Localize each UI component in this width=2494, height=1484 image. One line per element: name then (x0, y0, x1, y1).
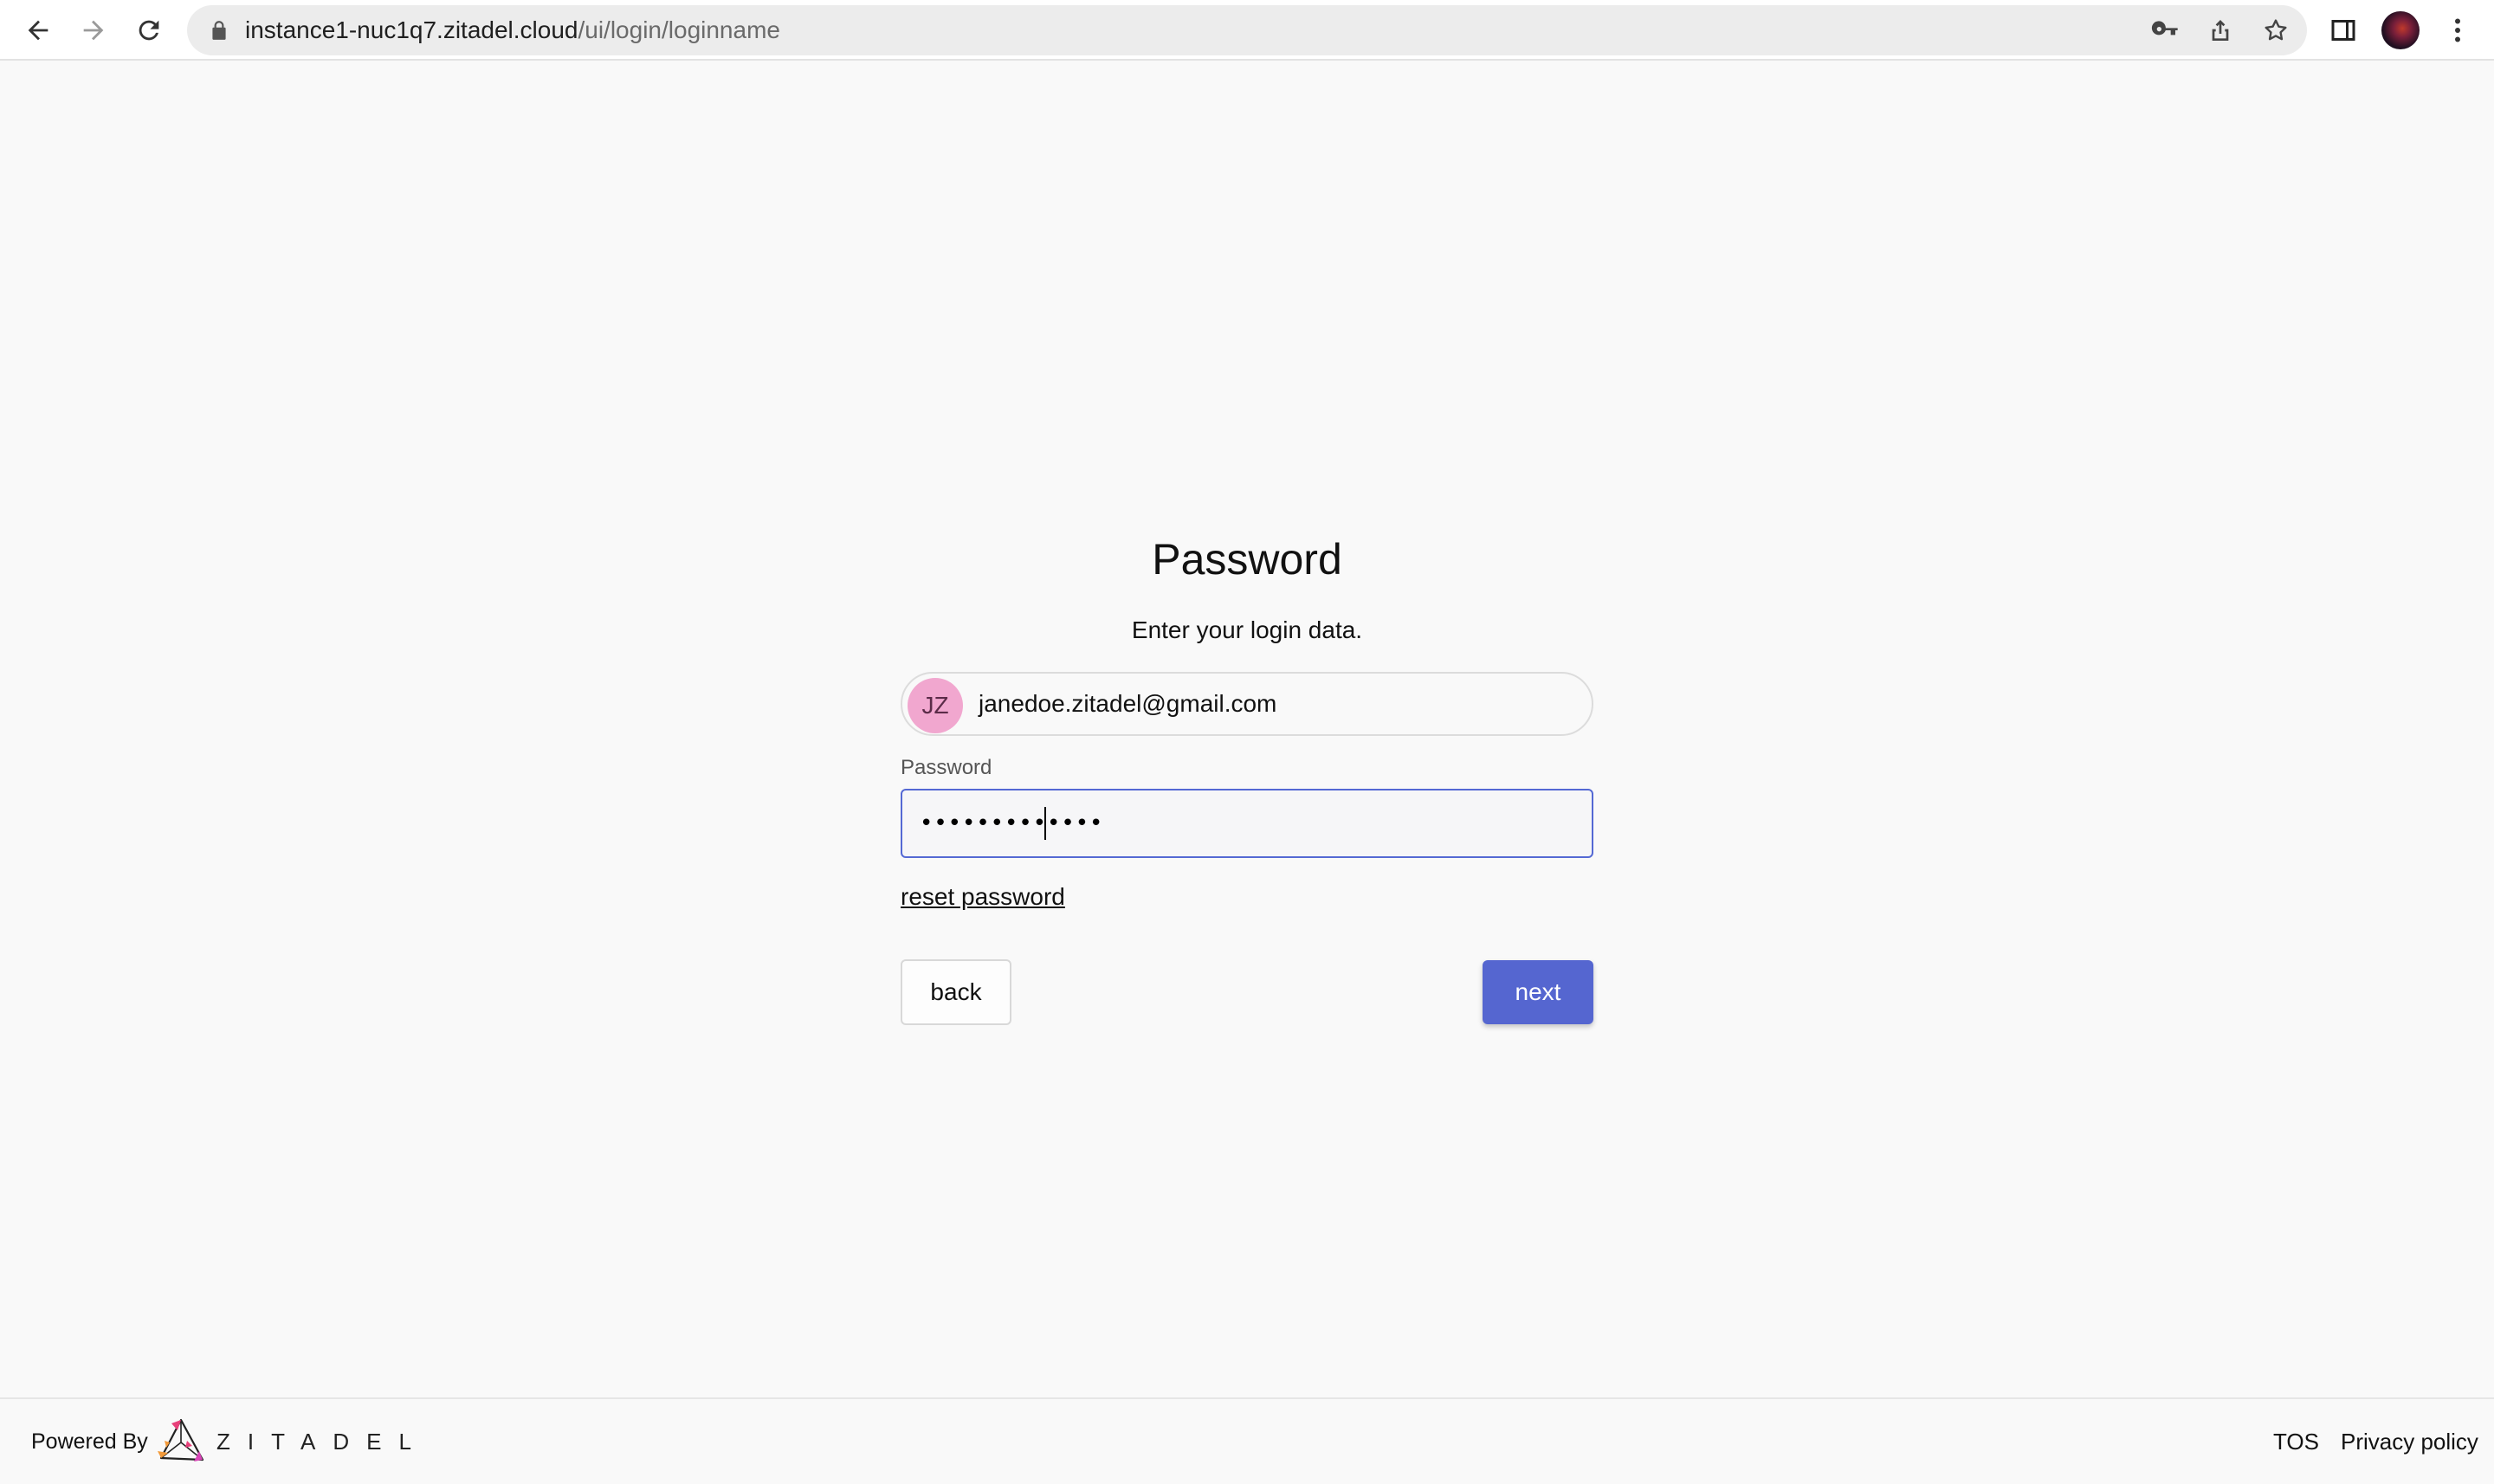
reload-icon (139, 20, 159, 41)
powered-by-text: Powered By (31, 1429, 148, 1454)
page-title: Password (1152, 535, 1342, 584)
forward-nav-button[interactable] (74, 11, 113, 49)
arrow-right-icon (83, 20, 104, 41)
text-caret (1044, 807, 1046, 840)
zitadel-wordmark: ZITADEL (216, 1429, 429, 1455)
back-button[interactable]: back (901, 959, 1011, 1025)
password-input[interactable] (901, 789, 1593, 858)
browser-toolbar: instance1-nuc1q7.zitadel.cloud/ui/login/… (0, 0, 2494, 61)
lock-icon (212, 21, 226, 40)
star-icon[interactable] (2262, 16, 2290, 44)
next-button[interactable]: next (1483, 960, 1593, 1024)
footer: Powered By ZITADEL TOS Privacy policy (0, 1397, 2494, 1484)
profile-avatar[interactable] (2381, 11, 2420, 49)
side-panel-icon[interactable] (2328, 15, 2359, 46)
reload-button[interactable] (130, 11, 168, 49)
share-icon[interactable] (2206, 16, 2234, 44)
user-chip[interactable]: JZ janedoe.zitadel@gmail.com (901, 672, 1593, 736)
password-label: Password (901, 756, 992, 779)
back-nav-button[interactable] (19, 11, 57, 49)
key-icon[interactable] (2151, 16, 2179, 44)
user-avatar: JZ (908, 678, 963, 733)
address-bar[interactable]: instance1-nuc1q7.zitadel.cloud/ui/login/… (187, 5, 2307, 55)
url-host: instance1-nuc1q7.zitadel.cloud (245, 16, 578, 43)
kebab-menu-icon[interactable] (2442, 15, 2473, 46)
arrow-left-icon (28, 20, 48, 41)
page-subtitle: Enter your login data. (1131, 616, 1363, 643)
url-path: /ui/login/loginname (578, 16, 780, 43)
reset-password-link[interactable]: reset password (901, 880, 1065, 914)
url-text: instance1-nuc1q7.zitadel.cloud/ui/login/… (245, 5, 780, 55)
zitadel-logo-icon (158, 1418, 204, 1461)
privacy-policy-link[interactable]: Privacy policy (2341, 1399, 2478, 1484)
tos-link[interactable]: TOS (2273, 1399, 2319, 1484)
user-email: janedoe.zitadel@gmail.com (979, 690, 1277, 717)
